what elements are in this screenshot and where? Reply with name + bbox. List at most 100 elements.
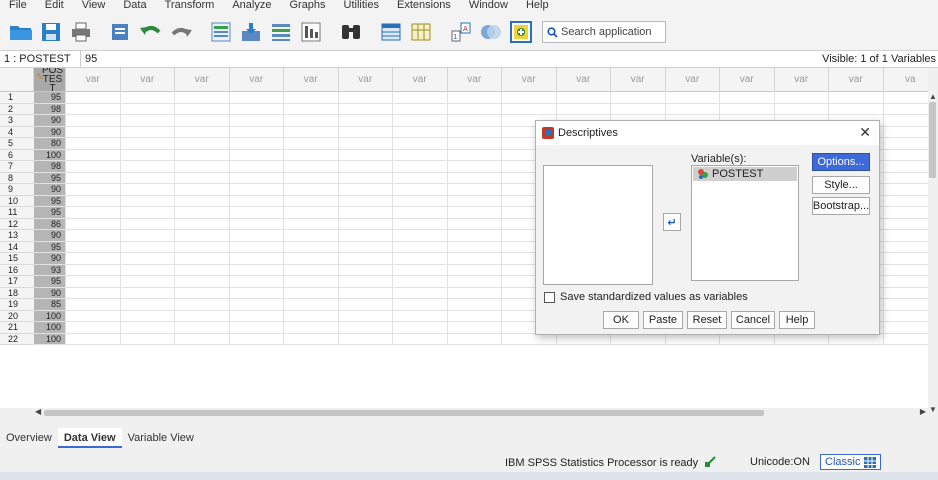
split-file-icon[interactable]: A1	[448, 20, 474, 44]
table-cell[interactable]: 95	[34, 92, 66, 104]
table-cell[interactable]	[284, 218, 339, 230]
table-cell[interactable]: 95	[34, 207, 66, 219]
table-cell[interactable]	[229, 172, 284, 184]
menu-help[interactable]: Help	[517, 0, 558, 11]
table-cell[interactable]	[665, 92, 720, 104]
column-header-postest[interactable]: ✎ POSTEST	[34, 68, 66, 94]
table-cell[interactable]	[393, 299, 448, 311]
table-cell[interactable]	[774, 92, 829, 104]
table-cell[interactable]	[447, 333, 502, 345]
table-cell[interactable]	[338, 299, 393, 311]
table-cell[interactable]	[229, 253, 284, 265]
table-cell[interactable]	[829, 333, 884, 345]
table-cell[interactable]	[66, 161, 121, 173]
table-cell[interactable]	[665, 333, 720, 345]
table-cell[interactable]	[447, 276, 502, 288]
table-cell[interactable]	[229, 299, 284, 311]
table-cell[interactable]	[120, 241, 175, 253]
column-header-var[interactable]: var	[284, 68, 339, 92]
menu-window[interactable]: Window	[460, 0, 517, 11]
source-variable-list[interactable]	[543, 165, 653, 285]
column-header-var[interactable]: var	[502, 68, 557, 92]
table-cell[interactable]	[883, 230, 928, 242]
column-header-var[interactable]: va	[883, 68, 928, 92]
table-cell[interactable]	[556, 92, 611, 104]
table-cell[interactable]	[66, 333, 121, 345]
table-cell[interactable]	[883, 265, 928, 276]
table-cell[interactable]	[393, 138, 448, 150]
table-cell[interactable]	[338, 333, 393, 345]
table-cell[interactable]	[120, 333, 175, 345]
row-header[interactable]: 21	[0, 322, 34, 334]
row-header[interactable]: 19	[0, 299, 34, 311]
table-cell[interactable]	[883, 288, 928, 299]
column-header-var[interactable]: var	[665, 68, 720, 92]
table-cell[interactable]	[66, 218, 121, 230]
table-cell[interactable]: 100	[34, 149, 66, 161]
column-header-var[interactable]: var	[556, 68, 611, 92]
table-cell[interactable]	[338, 218, 393, 230]
table-cell[interactable]	[883, 173, 928, 184]
table-cell[interactable]	[393, 276, 448, 288]
table-cell[interactable]	[883, 219, 928, 230]
row-header[interactable]: 14	[0, 241, 34, 253]
table-cell[interactable]	[120, 253, 175, 265]
table-cell[interactable]	[829, 103, 884, 115]
table-cell[interactable]	[393, 161, 448, 173]
dialog-recall-icon[interactable]	[108, 20, 134, 44]
table-cell[interactable]	[883, 207, 928, 219]
table-cell[interactable]: 90	[34, 184, 66, 196]
table-cell[interactable]	[175, 241, 230, 253]
table-cell[interactable]	[393, 230, 448, 242]
table-cell[interactable]	[338, 92, 393, 104]
table-cell[interactable]	[284, 287, 339, 299]
menu-analyze[interactable]: Analyze	[223, 0, 280, 11]
table-cell[interactable]	[229, 333, 284, 345]
table-cell[interactable]	[175, 322, 230, 334]
table-cell[interactable]	[120, 218, 175, 230]
table-cell[interactable]	[229, 322, 284, 334]
table-cell[interactable]	[229, 310, 284, 322]
table-cell[interactable]	[338, 276, 393, 288]
row-header[interactable]: 7	[0, 161, 34, 173]
menu-edit[interactable]: Edit	[36, 0, 73, 11]
table-cell[interactable]	[66, 138, 121, 150]
table-cell[interactable]	[66, 310, 121, 322]
row-header[interactable]: 16	[0, 264, 34, 276]
table-cell[interactable]	[447, 103, 502, 115]
table-cell[interactable]	[284, 264, 339, 276]
table-cell[interactable]	[447, 149, 502, 161]
table-cell[interactable]	[883, 150, 928, 161]
column-header-var[interactable]: var	[338, 68, 393, 92]
table-cell[interactable]	[229, 230, 284, 242]
table-cell[interactable]	[883, 138, 928, 150]
table-cell[interactable]	[229, 92, 284, 104]
table-cell[interactable]: 80	[34, 138, 66, 150]
table-cell[interactable]	[175, 161, 230, 173]
table-cell[interactable]	[284, 92, 339, 104]
table-cell[interactable]	[284, 149, 339, 161]
save-standardized-checkbox[interactable]: Save standardized values as variables	[544, 291, 748, 303]
table-cell[interactable]	[393, 92, 448, 104]
table-cell[interactable]	[829, 92, 884, 104]
table-cell[interactable]	[229, 276, 284, 288]
table-cell[interactable]	[338, 126, 393, 138]
scroll-up-icon[interactable]: ▲	[929, 92, 937, 101]
table-cell[interactable]	[393, 172, 448, 184]
table-cell[interactable]	[66, 115, 121, 127]
value-labels-icon[interactable]	[478, 20, 504, 44]
table-cell[interactable]	[175, 149, 230, 161]
variables-icon[interactable]	[268, 20, 294, 44]
table-cell[interactable]	[175, 310, 230, 322]
table-cell[interactable]	[393, 287, 448, 299]
open-folder-icon[interactable]	[8, 20, 34, 44]
table-cell[interactable]	[338, 195, 393, 207]
selected-variable-list[interactable]: POSTEST	[691, 165, 799, 281]
row-header[interactable]: 6	[0, 149, 34, 161]
table-cell[interactable]	[284, 322, 339, 334]
table-cell[interactable]	[120, 207, 175, 219]
table-cell[interactable]	[284, 276, 339, 288]
table-cell[interactable]	[120, 195, 175, 207]
table-cell[interactable]: 95	[34, 241, 66, 253]
bootstrap-button[interactable]: Bootstrap...	[812, 197, 870, 215]
